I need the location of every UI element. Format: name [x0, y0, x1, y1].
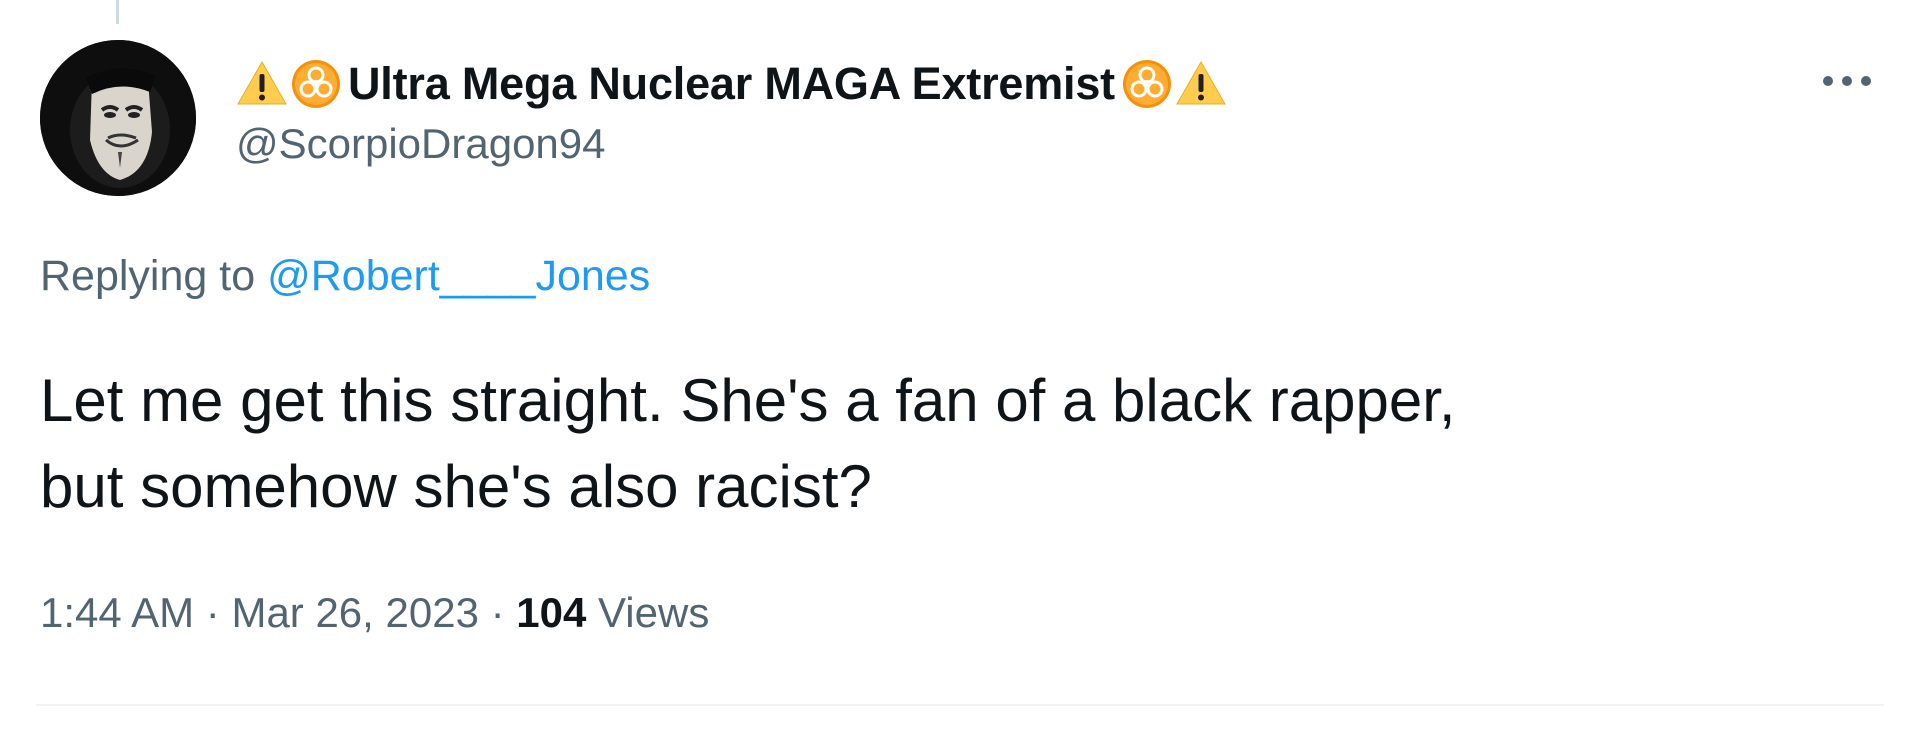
warning-icon: [1175, 58, 1227, 110]
author-handle[interactable]: @ScorpioDragon94: [236, 120, 606, 168]
meta-separator: ·: [490, 589, 505, 636]
thread-connector-line: [116, 0, 119, 24]
guy-fawkes-mask-avatar-image: [40, 40, 196, 196]
more-horizontal-icon: [1823, 76, 1871, 86]
avatar[interactable]: [40, 40, 196, 196]
tweet-meta: 1:44 AM · Mar 26, 2023 · 104 Views: [40, 589, 709, 637]
meta-separator: ·: [205, 589, 220, 636]
biohazard-icon: [1121, 58, 1173, 110]
reply-context: Replying to @Robert____Jones: [40, 252, 650, 301]
warning-icon: [236, 58, 288, 110]
tweet-text-line: but somehow she's also racist?: [40, 453, 872, 520]
views-count: 104: [516, 589, 587, 636]
divider: [36, 704, 1884, 706]
more-options-button[interactable]: [1818, 64, 1876, 98]
author-display-name[interactable]: Ultra Mega Nuclear MAGA Extremist: [348, 58, 1115, 110]
tweet-text: Let me get this straight. She's a fan of…: [40, 358, 1880, 530]
reply-mention-link[interactable]: @Robert____Jones: [267, 252, 650, 300]
author-header[interactable]: Ultra Mega Nuclear MAGA Extremist: [236, 54, 1227, 114]
tweet-time-link[interactable]: 1:44 AM: [40, 589, 194, 636]
tweet-date-link[interactable]: Mar 26, 2023: [231, 589, 479, 636]
views-label: Views: [598, 589, 710, 636]
reply-context-label: Replying to: [40, 252, 256, 300]
tweet-text-line: Let me get this straight. She's a fan of…: [40, 367, 1456, 434]
biohazard-icon: [290, 58, 342, 110]
